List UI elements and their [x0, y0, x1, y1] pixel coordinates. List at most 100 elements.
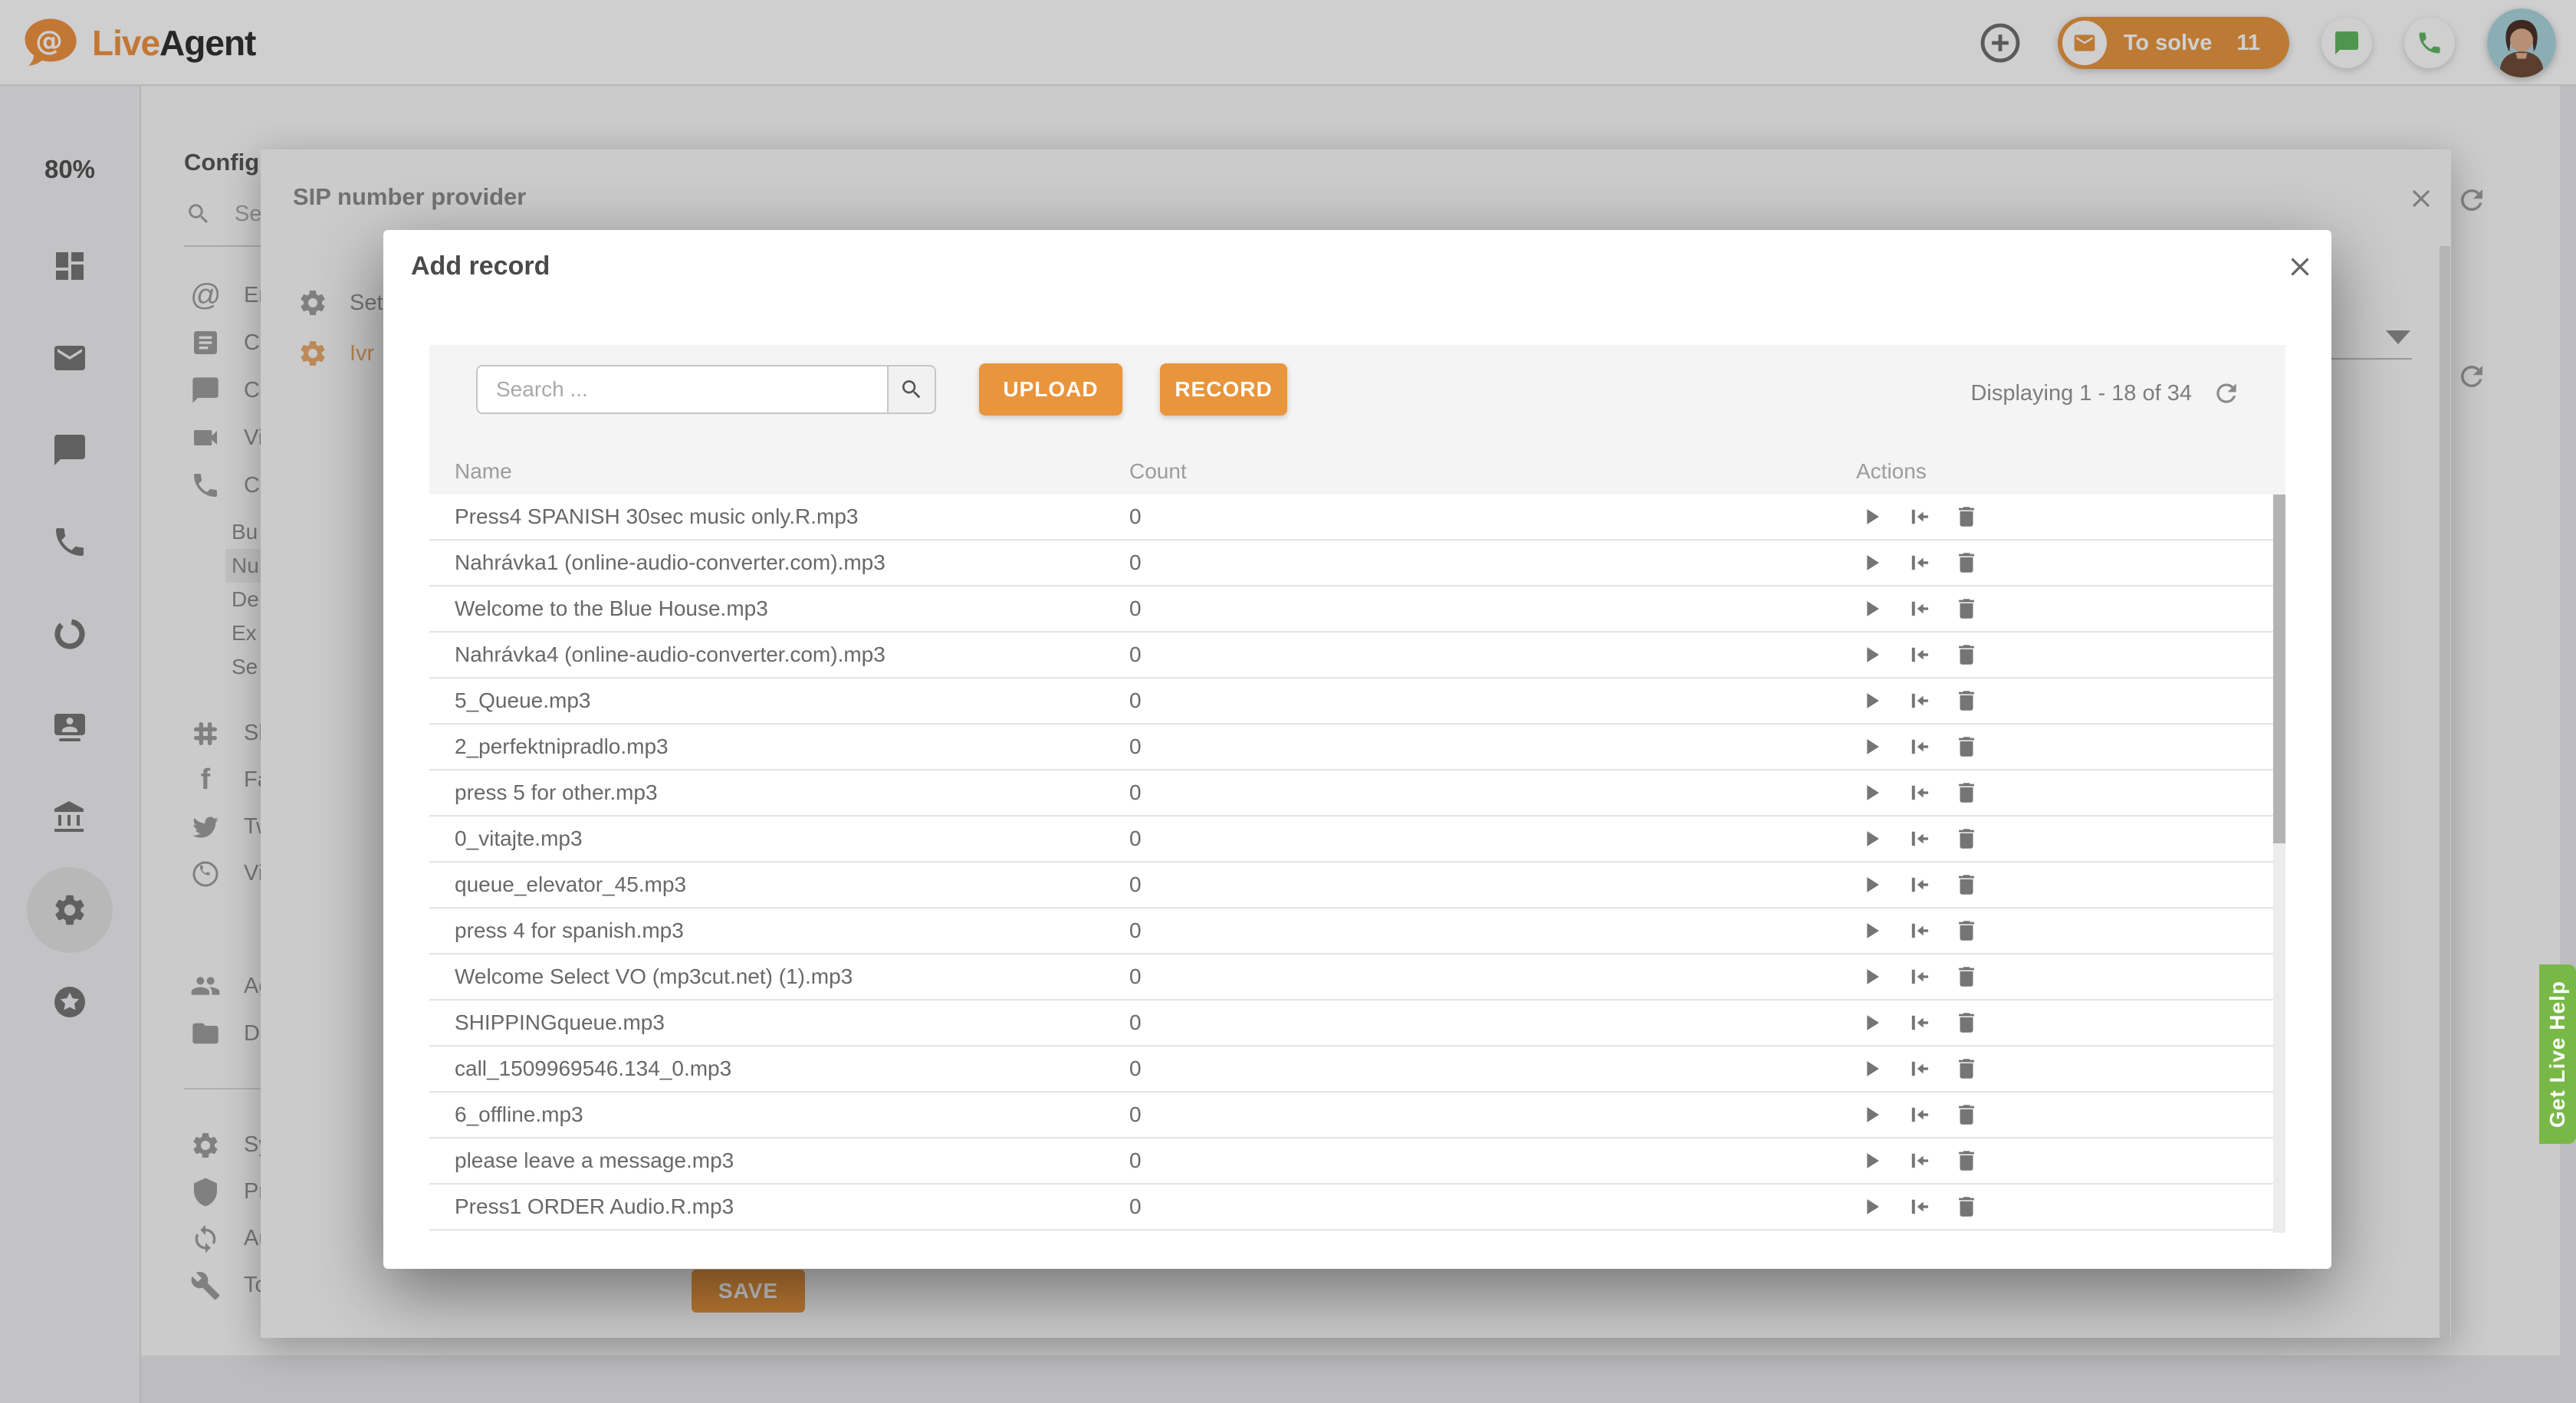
file-count: 0	[1129, 550, 1856, 575]
row-actions	[1856, 823, 2273, 854]
records-search	[476, 365, 936, 414]
trash-icon[interactable]	[1951, 685, 1982, 716]
file-name: Nahrávka1 (online-audio-converter.com).m…	[429, 550, 1129, 575]
play-icon[interactable]	[1856, 1099, 1887, 1130]
file-count: 0	[1129, 688, 1856, 713]
search-icon	[899, 377, 924, 402]
trash-icon[interactable]	[1951, 961, 1982, 992]
trash-icon[interactable]	[1951, 1191, 1982, 1222]
play-icon[interactable]	[1856, 1145, 1887, 1176]
add-record-modal: Add record UPLOAD RECORD Displaying 1 - …	[383, 230, 2331, 1269]
table-row: queue_elevator_45.mp3 0	[429, 863, 2273, 909]
row-actions	[1856, 961, 2273, 992]
table-row: 0_vitajte.mp3 0	[429, 816, 2273, 863]
play-icon[interactable]	[1856, 1191, 1887, 1222]
trash-icon[interactable]	[1951, 869, 1982, 900]
trash-icon[interactable]	[1951, 1007, 1982, 1038]
file-count: 0	[1129, 734, 1856, 759]
play-icon[interactable]	[1856, 501, 1887, 532]
trash-icon[interactable]	[1951, 1053, 1982, 1084]
trash-icon[interactable]	[1951, 1099, 1982, 1130]
table-row: 6_offline.mp3 0	[429, 1092, 2273, 1138]
table-row: Nahrávka4 (online-audio-converter.com).m…	[429, 632, 2273, 678]
row-actions	[1856, 731, 2273, 762]
skip-to-start-icon[interactable]	[1904, 1099, 1934, 1130]
record-button[interactable]: RECORD	[1160, 363, 1287, 416]
trash-icon[interactable]	[1951, 639, 1982, 670]
table-scrollbar[interactable]	[2273, 495, 2285, 1233]
column-header-count: Count	[1129, 459, 1856, 484]
column-header-name: Name	[429, 459, 1129, 484]
close-icon[interactable]	[2282, 248, 2318, 285]
skip-to-start-icon[interactable]	[1904, 1053, 1934, 1084]
file-name: 6_offline.mp3	[429, 1102, 1129, 1127]
skip-to-start-icon[interactable]	[1904, 1007, 1934, 1038]
records-panel: UPLOAD RECORD Displaying 1 - 18 of 34 Na…	[429, 345, 2285, 1233]
table-row: press 4 for spanish.mp3 0	[429, 909, 2273, 955]
table-row: Nahrávka1 (online-audio-converter.com).m…	[429, 540, 2273, 586]
trash-icon[interactable]	[1951, 593, 1982, 624]
file-count: 0	[1129, 826, 1856, 851]
skip-to-start-icon[interactable]	[1904, 593, 1934, 624]
skip-to-start-icon[interactable]	[1904, 547, 1934, 578]
file-name: 0_vitajte.mp3	[429, 826, 1129, 851]
refresh-icon[interactable]	[2212, 379, 2241, 408]
file-count: 0	[1129, 872, 1856, 897]
table-header: Name Count Actions	[429, 449, 2273, 495]
row-actions	[1856, 1053, 2273, 1084]
play-icon[interactable]	[1856, 1007, 1887, 1038]
skip-to-start-icon[interactable]	[1904, 777, 1934, 808]
file-count: 0	[1129, 1194, 1856, 1219]
skip-to-start-icon[interactable]	[1904, 869, 1934, 900]
row-actions	[1856, 869, 2273, 900]
play-icon[interactable]	[1856, 685, 1887, 716]
play-icon[interactable]	[1856, 915, 1887, 946]
search-button[interactable]	[887, 365, 936, 414]
trash-icon[interactable]	[1951, 777, 1982, 808]
scrollbar-thumb[interactable]	[2273, 495, 2285, 843]
get-live-help-tab[interactable]: Get Live Help	[2539, 964, 2576, 1144]
play-icon[interactable]	[1856, 823, 1887, 854]
file-name: queue_elevator_45.mp3	[429, 872, 1129, 897]
row-actions	[1856, 1191, 2273, 1222]
play-icon[interactable]	[1856, 593, 1887, 624]
file-name: press 4 for spanish.mp3	[429, 918, 1129, 943]
table-row: press 5 for other.mp3 0	[429, 770, 2273, 816]
skip-to-start-icon[interactable]	[1904, 1145, 1934, 1176]
play-icon[interactable]	[1856, 1053, 1887, 1084]
file-name: 2_perfektnipradlo.mp3	[429, 734, 1129, 759]
file-count: 0	[1129, 964, 1856, 989]
file-name: Press1 ORDER Audio.R.mp3	[429, 1194, 1129, 1219]
row-actions	[1856, 915, 2273, 946]
trash-icon[interactable]	[1951, 823, 1982, 854]
table-row: please leave a message.mp3 0	[429, 1138, 2273, 1184]
search-input[interactable]	[476, 365, 887, 414]
skip-to-start-icon[interactable]	[1904, 1191, 1934, 1222]
play-icon[interactable]	[1856, 639, 1887, 670]
trash-icon[interactable]	[1951, 501, 1982, 532]
table-row: Press1 ORDER Audio.R.mp3 0	[429, 1184, 2273, 1230]
skip-to-start-icon[interactable]	[1904, 823, 1934, 854]
records-table: Press4 SPANISH 30sec music only.R.mp3 0 …	[429, 495, 2273, 1233]
skip-to-start-icon[interactable]	[1904, 731, 1934, 762]
play-icon[interactable]	[1856, 961, 1887, 992]
trash-icon[interactable]	[1951, 915, 1982, 946]
skip-to-start-icon[interactable]	[1904, 685, 1934, 716]
upload-button[interactable]: UPLOAD	[979, 363, 1122, 416]
file-name: Nahrávka4 (online-audio-converter.com).m…	[429, 642, 1129, 667]
file-name: press 5 for other.mp3	[429, 780, 1129, 805]
liveagent-app: @ LiveAgent To solve 11 80%	[0, 0, 2576, 1403]
skip-to-start-icon[interactable]	[1904, 961, 1934, 992]
play-icon[interactable]	[1856, 777, 1887, 808]
skip-to-start-icon[interactable]	[1904, 501, 1934, 532]
play-icon[interactable]	[1856, 869, 1887, 900]
play-icon[interactable]	[1856, 547, 1887, 578]
skip-to-start-icon[interactable]	[1904, 639, 1934, 670]
trash-icon[interactable]	[1951, 1145, 1982, 1176]
table-row: SHIPPINGqueue.mp3 0	[429, 1001, 2273, 1046]
play-icon[interactable]	[1856, 731, 1887, 762]
skip-to-start-icon[interactable]	[1904, 915, 1934, 946]
trash-icon[interactable]	[1951, 731, 1982, 762]
paging-text: Displaying 1 - 18 of 34	[1970, 381, 2192, 406]
trash-icon[interactable]	[1951, 547, 1982, 578]
